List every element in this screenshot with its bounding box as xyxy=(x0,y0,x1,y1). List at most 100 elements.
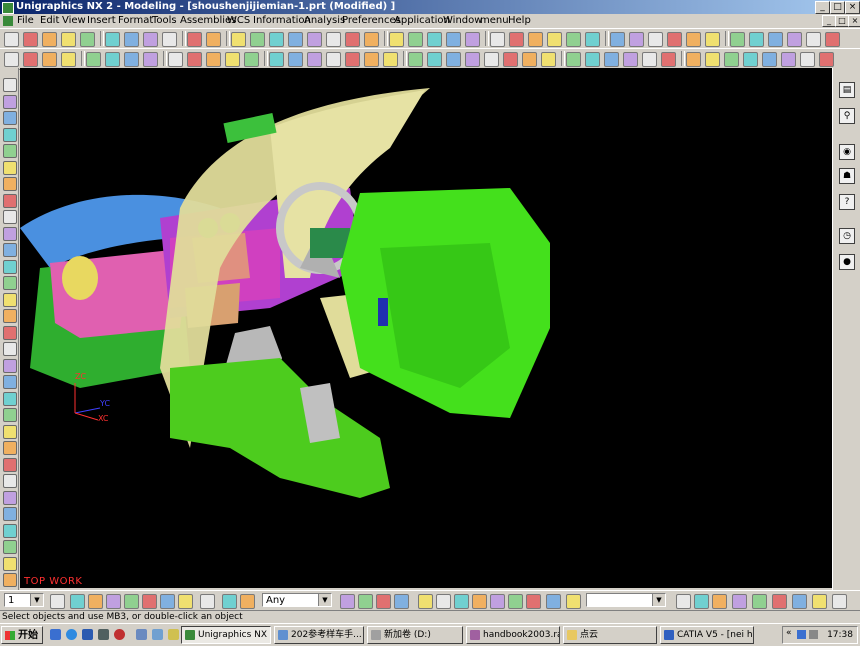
toolbar-tool-icon[interactable] xyxy=(42,32,57,47)
selection-tool-icon[interactable] xyxy=(490,594,505,609)
toolbar-tool-icon[interactable] xyxy=(187,52,202,67)
toolbar-tool-icon[interactable] xyxy=(484,52,499,67)
toolbar-tool-icon[interactable] xyxy=(787,32,802,47)
feature-tool-icon[interactable] xyxy=(3,441,17,455)
toolbar-tool-icon[interactable] xyxy=(162,32,177,47)
toolbar-tool-icon[interactable] xyxy=(686,52,701,67)
selection-tool-icon[interactable] xyxy=(124,594,139,609)
feature-tool-icon[interactable] xyxy=(3,358,17,373)
task-handbook[interactable]: handbook2003.ra... xyxy=(466,626,560,644)
show-desktop-icon[interactable] xyxy=(50,629,61,640)
toolbar-tool-icon[interactable] xyxy=(408,32,423,47)
feature-tool-icon[interactable] xyxy=(3,325,17,340)
menu-insert[interactable]: Insert xyxy=(87,15,116,27)
toolbar-tool-icon[interactable] xyxy=(762,52,777,67)
menu-edit[interactable]: Edit xyxy=(40,15,59,27)
menu-file[interactable]: File xyxy=(17,15,34,27)
toolbar-tool-icon[interactable] xyxy=(648,32,663,47)
history-icon[interactable]: ◉ xyxy=(839,144,855,160)
toolbar-tool-icon[interactable] xyxy=(806,32,821,47)
outlook-icon[interactable] xyxy=(82,629,93,640)
toolbar-tool-icon[interactable] xyxy=(225,52,240,67)
selection-tool-icon[interactable] xyxy=(178,594,193,609)
toolbar-tool-icon[interactable] xyxy=(408,52,423,67)
feature-tool-icon[interactable] xyxy=(3,94,17,109)
toolbar-tool-icon[interactable] xyxy=(206,32,221,47)
toolbar-tool-icon[interactable] xyxy=(124,52,139,67)
toolbar-tool-icon[interactable] xyxy=(490,32,505,47)
task-unigraphics[interactable]: Unigraphics NX 2 ... xyxy=(181,626,271,644)
selection-tool-icon[interactable] xyxy=(812,594,827,609)
ie-icon[interactable] xyxy=(66,629,77,640)
toolbar-tool-icon[interactable] xyxy=(345,52,360,67)
feature-tool-icon[interactable] xyxy=(3,259,17,274)
toolbar-tool-icon[interactable] xyxy=(730,32,745,47)
mdi-close-button[interactable]: × xyxy=(848,15,860,27)
toolbar-tool-icon[interactable] xyxy=(364,52,379,67)
feature-tool-icon[interactable] xyxy=(3,391,17,406)
type-filter-select[interactable]: Any ▼ xyxy=(262,593,332,607)
toolbar-tool-icon[interactable] xyxy=(800,52,815,67)
toolbar-tool-icon[interactable] xyxy=(143,32,158,47)
toolbar-tool-icon[interactable] xyxy=(42,52,57,67)
feature-tool-icon[interactable] xyxy=(3,474,17,488)
selection-tool-icon[interactable] xyxy=(240,594,255,609)
feature-tool-icon[interactable] xyxy=(3,457,17,472)
menu-tools[interactable]: Tools xyxy=(152,15,177,27)
selection-tool-icon[interactable] xyxy=(566,594,581,609)
toolbar-tool-icon[interactable] xyxy=(4,32,19,47)
maximize-button[interactable]: □ xyxy=(830,1,845,14)
toolbar-tool-icon[interactable] xyxy=(623,52,638,67)
help-icon[interactable]: ? xyxy=(839,194,855,210)
app-icon[interactable] xyxy=(152,629,163,640)
selection-tool-icon[interactable] xyxy=(436,594,451,609)
selection-tool-icon[interactable] xyxy=(376,594,391,609)
toolbar-tool-icon[interactable] xyxy=(629,32,644,47)
part-navigator-icon[interactable]: ⚲ xyxy=(839,108,855,124)
toolbar-tool-icon[interactable] xyxy=(345,32,360,47)
toolbar-tool-icon[interactable] xyxy=(80,32,95,47)
selection-tool-icon[interactable] xyxy=(832,594,847,609)
toolbar-tool-icon[interactable] xyxy=(23,32,38,47)
toolbar-tool-icon[interactable] xyxy=(244,52,259,67)
selection-tool-icon[interactable] xyxy=(106,594,121,609)
feature-tool-icon[interactable] xyxy=(3,342,17,356)
toolbar-tool-icon[interactable] xyxy=(446,52,461,67)
feature-tool-icon[interactable] xyxy=(3,375,17,389)
toolbar-tool-icon[interactable] xyxy=(168,52,183,67)
toolbar-tool-icon[interactable] xyxy=(269,32,284,47)
toolbar-tool-icon[interactable] xyxy=(326,52,341,67)
toolbar-tool-icon[interactable] xyxy=(465,32,480,47)
volume-icon[interactable] xyxy=(809,630,818,639)
selection-tool-icon[interactable] xyxy=(472,594,487,609)
selection-tool-icon[interactable] xyxy=(732,594,747,609)
feature-tool-icon[interactable] xyxy=(3,540,17,554)
toolbar-tool-icon[interactable] xyxy=(231,32,246,47)
toolbar-tool-icon[interactable] xyxy=(250,32,265,47)
toolbar-tool-icon[interactable] xyxy=(686,32,701,47)
toolbar-tool-icon[interactable] xyxy=(465,52,480,67)
app-icon[interactable] xyxy=(168,629,179,640)
toolbar-tool-icon[interactable] xyxy=(61,32,76,47)
menu-format[interactable]: Format xyxy=(118,15,153,27)
selection-tool-icon[interactable] xyxy=(200,594,215,609)
task-point-cloud[interactable]: 点云 xyxy=(563,626,657,644)
toolbar-tool-icon[interactable] xyxy=(743,52,758,67)
toolbar-tool-icon[interactable] xyxy=(307,52,322,67)
toolbar-tool-icon[interactable] xyxy=(585,52,600,67)
toolbar-tool-icon[interactable] xyxy=(819,52,834,67)
selection-tool-icon[interactable] xyxy=(418,594,433,609)
start-button[interactable]: 开始 xyxy=(1,626,43,644)
feature-tool-icon[interactable] xyxy=(3,144,17,158)
toolbar-tool-icon[interactable] xyxy=(781,52,796,67)
selection-tool-icon[interactable] xyxy=(546,594,561,609)
tray-expand-button[interactable]: « xyxy=(786,628,792,638)
feature-tool-icon[interactable] xyxy=(3,309,17,323)
feature-tool-icon[interactable] xyxy=(3,243,17,257)
toolbar-tool-icon[interactable] xyxy=(86,52,101,67)
app-icon[interactable] xyxy=(136,629,147,640)
menu-application[interactable]: Application xyxy=(394,15,450,27)
selection-tool-icon[interactable] xyxy=(358,594,373,609)
selection-tool-icon[interactable] xyxy=(526,594,541,609)
feature-tool-icon[interactable] xyxy=(3,523,17,538)
